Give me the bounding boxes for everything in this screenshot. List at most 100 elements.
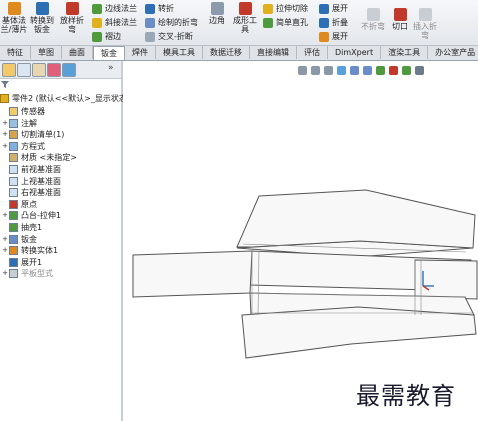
tree-expander[interactable]: +: [2, 210, 8, 221]
tab-8[interactable]: 评估: [297, 46, 328, 59]
tree-item[interactable]: + 转换实体1: [2, 245, 58, 256]
tab-5[interactable]: 模具工具: [156, 46, 203, 59]
tab-0[interactable]: 特征: [0, 46, 31, 59]
filter-icon[interactable]: [1, 81, 9, 88]
property-manager-icon[interactable]: [17, 63, 31, 77]
panel-more-chevron[interactable]: »: [108, 63, 114, 73]
configuration-manager-icon[interactable]: [32, 63, 46, 77]
tree-expander[interactable]: +: [2, 245, 8, 256]
boss-extrude-icon: [9, 211, 18, 221]
flatten-button[interactable]: 展开: [319, 31, 348, 42]
tab-1[interactable]: 草图: [31, 46, 62, 59]
tree-item[interactable]: + 平板型式: [2, 268, 53, 279]
tab-6[interactable]: 数据迁移: [203, 46, 250, 59]
lofted-bend-button[interactable]: 放样折 弯: [58, 2, 86, 34]
tab-3[interactable]: 钣金: [93, 46, 125, 60]
previous-view-icon[interactable]: [324, 66, 333, 75]
extruded-cut-icon: [263, 3, 273, 14]
convert-solid-icon: [9, 246, 18, 256]
hem-button[interactable]: 褶边: [92, 31, 121, 42]
tab-10[interactable]: 渲染工具: [381, 46, 429, 59]
scene-icon[interactable]: [402, 66, 411, 75]
tree-item[interactable]: + 方程式: [2, 141, 45, 152]
cut-list-icon: [9, 130, 18, 140]
tree-item[interactable]: 展开1: [2, 257, 42, 268]
base-flange-button[interactable]: 基体法 兰/薄片: [1, 2, 27, 34]
command-manager-tabs: 特征 草图 曲面 钣金 焊件 模具工具 数据迁移 直接编辑 评估 DimXpert 渲染工具 办公室产…: [0, 46, 478, 61]
base-flange-icon: [7, 2, 21, 15]
hide-show-icon[interactable]: [376, 66, 385, 75]
tree-item[interactable]: 前视基准面: [2, 164, 61, 175]
tab-2[interactable]: 曲面: [62, 46, 93, 59]
zoom-area-icon[interactable]: [311, 66, 320, 75]
forming-tool-button[interactable]: 成形工 具: [231, 2, 259, 34]
tree-expander[interactable]: +: [2, 234, 8, 245]
convert-to-sheetmetal-button[interactable]: 转换到 钣金: [29, 2, 55, 34]
left-side-face: [132, 250, 253, 298]
tree-item[interactable]: 右视基准面: [2, 187, 61, 198]
view-settings-icon[interactable]: [415, 66, 424, 75]
plane-icon: [9, 188, 18, 198]
tree-root-label: 零件2 (默认<<默认>_显示状态: [12, 94, 127, 103]
feature-manager-icon[interactable]: [2, 63, 16, 77]
shell-icon: [9, 223, 18, 232]
miter-flange-label: 斜接法兰: [105, 18, 137, 27]
tree-item[interactable]: + 注解: [2, 118, 37, 129]
tree-item[interactable]: 传感器: [2, 106, 45, 117]
sheetmetal-icon: [9, 234, 18, 244]
tab-7[interactable]: 直接编辑: [250, 46, 297, 59]
dimxpert-manager-icon[interactable]: [47, 63, 61, 77]
section-view-icon[interactable]: [337, 66, 346, 75]
view-orientation-icon[interactable]: [350, 66, 359, 75]
unfold-button[interactable]: 展开: [319, 3, 348, 14]
no-bends-button[interactable]: 不折弯: [358, 8, 388, 31]
tree-item[interactable]: + 钣金: [2, 234, 37, 245]
tree-item[interactable]: 原点: [2, 199, 37, 210]
tab-4[interactable]: 焊件: [125, 46, 156, 59]
tree-expander[interactable]: +: [2, 268, 8, 279]
fold-button[interactable]: 折叠: [319, 17, 348, 28]
tree-item[interactable]: 上视基准面: [2, 176, 61, 187]
sketched-bend-button[interactable]: 绘制的折弯: [145, 17, 198, 28]
insert-bends-icon: [418, 8, 432, 21]
zoom-fit-icon[interactable]: [298, 66, 307, 75]
display-style-icon[interactable]: [363, 66, 372, 75]
tree-item-label: 原点: [21, 199, 37, 209]
insert-bends-button[interactable]: 插入折 弯: [411, 8, 439, 40]
tree-item[interactable]: 材质 <未指定>: [2, 152, 77, 163]
fold-label: 折叠: [332, 18, 348, 27]
forming-tool-icon: [238, 2, 252, 15]
tree-item-label: 钣金: [21, 234, 37, 244]
tree-item[interactable]: 抽壳1: [2, 222, 42, 233]
cross-break-button[interactable]: 交叉-折断: [145, 31, 193, 42]
jog-button[interactable]: 转折: [145, 3, 174, 14]
tree-item-label: 切割清单(1): [21, 130, 65, 140]
tree-item-label: 材质 <未指定>: [21, 153, 77, 163]
corner-button[interactable]: 边角: [207, 2, 227, 25]
tree-root-part[interactable]: 零件2 (默认<<默认>_显示状态: [0, 93, 127, 104]
rip-button[interactable]: 切口: [391, 8, 409, 31]
simple-hole-button[interactable]: 简单直孔: [263, 17, 308, 28]
tab-9[interactable]: DimXpert: [328, 46, 382, 59]
convert-to-sheetmetal-label: 转换到 钣金: [30, 16, 54, 34]
extruded-cut-button[interactable]: 拉伸切除: [263, 3, 308, 14]
display-manager-icon[interactable]: [62, 63, 76, 77]
tree-item[interactable]: + 切割清单(1): [2, 129, 64, 140]
miter-flange-button[interactable]: 斜接法兰: [92, 17, 137, 28]
panel-toolbar: »: [0, 61, 121, 79]
tree-item-label: 抽壳1: [21, 223, 43, 232]
appearance-icon[interactable]: [389, 66, 398, 75]
tree-item[interactable]: + 凸台-拉伸1: [2, 210, 61, 221]
sketched-bend-icon: [145, 17, 155, 28]
tree-item-label: 前视基准面: [21, 165, 61, 174]
tree-expander[interactable]: +: [2, 118, 8, 129]
base-flange-label: 基体法 兰/薄片: [0, 16, 28, 34]
graphics-viewport[interactable]: [123, 61, 478, 421]
command-manager-ribbon: 基体法 兰/薄片 转换到 钣金 放样折 弯 边线法兰 斜接法兰 褶边 转折 绘制…: [0, 0, 478, 46]
tab-11[interactable]: 办公室产品: [428, 46, 478, 59]
tree-expander[interactable]: +: [2, 141, 8, 152]
tree-expander[interactable]: +: [2, 129, 8, 140]
jog-icon: [145, 3, 155, 14]
edge-flange-button[interactable]: 边线法兰: [92, 3, 137, 14]
top-side-face: [236, 189, 476, 249]
